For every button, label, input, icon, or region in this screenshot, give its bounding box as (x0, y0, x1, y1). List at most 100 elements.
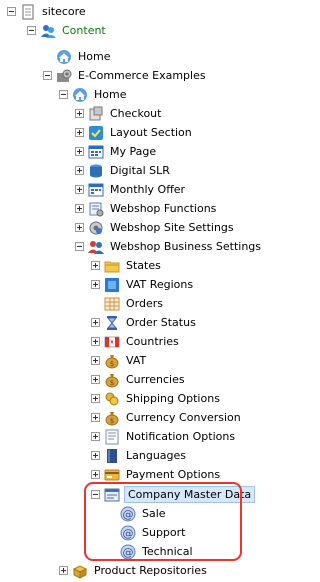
tree-node-vat-regions[interactable]: VAT Regions (91, 275, 195, 294)
tree-node-label: Home (94, 87, 127, 101)
tree-node-label: Orders (126, 296, 163, 310)
tree-node-label: Shipping Options (126, 391, 220, 405)
money-bag-icon: $ (104, 410, 120, 426)
checkout-icon (88, 106, 104, 122)
tree-node-label: Languages (126, 448, 187, 462)
collapse-toggle[interactable] (59, 90, 68, 99)
expand-toggle[interactable] (91, 470, 100, 479)
svg-text:$: $ (110, 417, 114, 425)
money-bag-icon: $ (104, 353, 120, 369)
tree-node-layout-section[interactable]: Layout Section (75, 123, 194, 142)
gear-folder-icon (56, 68, 72, 84)
expand-toggle[interactable] (91, 394, 100, 403)
tree-node-label: Home (78, 49, 111, 63)
tree-node-label: VAT (126, 353, 147, 367)
book-icon (104, 448, 120, 464)
tree-node-label: Currencies (126, 372, 185, 386)
expand-toggle[interactable] (91, 318, 100, 327)
expand-toggle[interactable] (91, 280, 100, 289)
expand-toggle[interactable] (75, 166, 84, 175)
tree-node-currency-conversion[interactable]: $ Currency Conversion (91, 408, 243, 427)
tree-node-sitecore[interactable]: sitecore (7, 2, 88, 21)
expand-toggle[interactable] (75, 109, 84, 118)
payment-icon (104, 467, 120, 483)
business-settings-icon (88, 239, 104, 255)
tree-node-label: My Page (110, 144, 157, 158)
tree-node-label: Webshop Business Settings (110, 239, 262, 253)
money-bag-icon: $ (104, 372, 120, 388)
expand-toggle[interactable] (91, 356, 100, 365)
monthly-offer-icon (88, 182, 104, 198)
svg-text:$: $ (110, 379, 114, 387)
tree-node-label: Product Repositories (94, 563, 207, 577)
expand-toggle[interactable] (91, 261, 100, 270)
tree-node-label: Payment Options (126, 467, 221, 481)
expand-toggle[interactable] (75, 185, 84, 194)
shipping-icon (104, 391, 120, 407)
tree-node-webshop-site-settings[interactable]: Webshop Site Settings (75, 218, 236, 237)
collapse-toggle[interactable] (43, 71, 52, 80)
tree-node-label: Digital SLR (110, 163, 170, 177)
collapse-toggle[interactable] (27, 26, 36, 35)
expand-toggle[interactable] (59, 566, 68, 575)
product-repo-icon (72, 563, 88, 579)
tree-node-my-page[interactable]: My Page (75, 142, 158, 161)
sitecore-doc-icon (20, 4, 36, 20)
expand-toggle[interactable] (91, 413, 100, 422)
highlight-annotation (84, 482, 242, 561)
tree-node-order-status[interactable]: Order Status (91, 313, 198, 332)
tree-node-orders[interactable]: Orders (91, 294, 165, 313)
collapse-toggle[interactable] (75, 242, 84, 251)
hourglass-icon (104, 315, 120, 331)
expand-toggle[interactable] (91, 451, 100, 460)
tree-node-shipping-options[interactable]: Shipping Options (91, 389, 222, 408)
site-settings-icon (88, 220, 104, 236)
expand-toggle[interactable] (75, 147, 84, 156)
flag-icon (104, 334, 120, 350)
layout-section-icon (88, 125, 104, 141)
tree-node-home[interactable]: Home (59, 85, 128, 104)
content-users-icon (40, 23, 56, 39)
tree-node-label: sitecore (42, 4, 86, 18)
tree-node-label: VAT Regions (126, 277, 194, 291)
vat-regions-icon (104, 277, 120, 293)
tree-node-checkout[interactable]: Checkout (75, 104, 163, 123)
tree-node-label: Content (62, 23, 106, 37)
tree-node-monthly-offer[interactable]: Monthly Offer (75, 180, 187, 199)
tree-node-label: Notification Options (126, 429, 236, 443)
home-icon (72, 87, 88, 103)
home-icon (56, 49, 72, 65)
tree-node-product-repositories[interactable]: Product Repositories (59, 561, 209, 580)
orders-icon (104, 296, 120, 312)
collapse-toggle[interactable] (7, 7, 16, 16)
tree-node-label: E-Commerce Examples (78, 68, 206, 82)
tree-node-states[interactable]: States (91, 256, 163, 275)
digital-slr-icon (88, 163, 104, 179)
tree-node-countries[interactable]: Countries (91, 332, 181, 351)
tree-node-content[interactable]: Content (27, 21, 108, 40)
tree-node-languages[interactable]: Languages (91, 446, 188, 465)
tree-node-label: Webshop Site Settings (110, 220, 234, 234)
tree-node-digital-slr[interactable]: Digital SLR (75, 161, 172, 180)
notification-icon (104, 429, 120, 445)
tree-node-label: Currency Conversion (126, 410, 241, 424)
tree-node-label: States (126, 258, 161, 272)
tree-node-ecommerce[interactable]: E-Commerce Examples (43, 66, 208, 85)
tree-node-vat[interactable]: $ VAT (91, 351, 148, 370)
tree-node-webshop-functions[interactable]: Webshop Functions (75, 199, 218, 218)
tree-node-webshop-business-settings[interactable]: Webshop Business Settings (75, 237, 263, 256)
tree-node-currencies[interactable]: $ Currencies (91, 370, 187, 389)
tree-node-home-top[interactable]: Home (43, 47, 112, 66)
svg-text:$: $ (110, 360, 114, 368)
tree-node-label: Layout Section (110, 125, 192, 139)
my-page-icon (88, 144, 104, 160)
expand-toggle[interactable] (91, 337, 100, 346)
webshop-functions-icon (88, 201, 104, 217)
expand-toggle[interactable] (75, 128, 84, 137)
expand-toggle[interactable] (75, 223, 84, 232)
tree-node-notification-options[interactable]: Notification Options (91, 427, 237, 446)
expand-toggle[interactable] (91, 375, 100, 384)
tree-node-label: Countries (126, 334, 179, 348)
expand-toggle[interactable] (75, 204, 84, 213)
expand-toggle[interactable] (91, 432, 100, 441)
